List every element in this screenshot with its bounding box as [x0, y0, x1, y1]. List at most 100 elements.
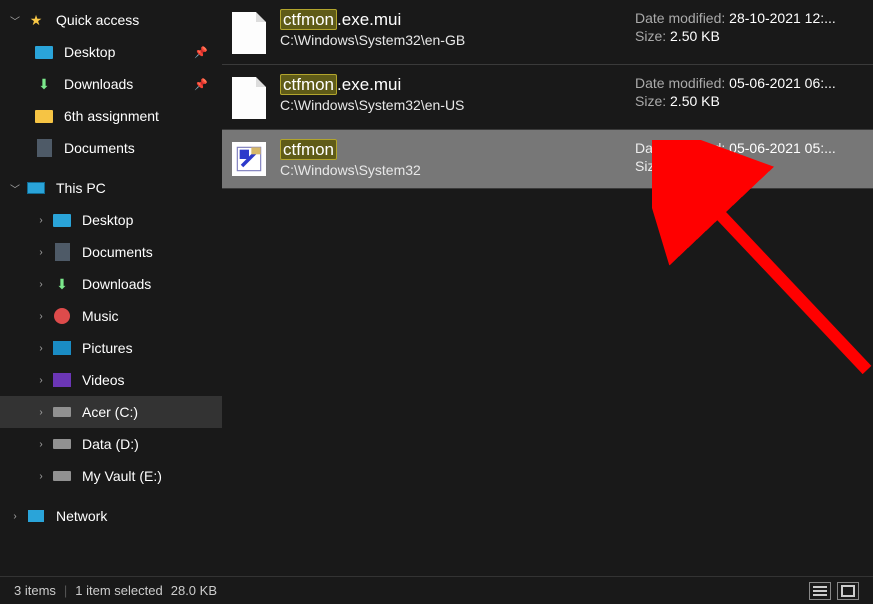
file-icon	[232, 77, 266, 119]
sidebar-item-folder[interactable]: 6th assignment	[0, 100, 222, 132]
size-label: Size:	[635, 28, 666, 44]
date-modified-value: 05-06-2021 05:...	[729, 140, 836, 156]
folder-icon	[34, 106, 54, 126]
date-modified-label: Date modified:	[635, 75, 725, 91]
music-icon	[52, 306, 72, 326]
this-pc-node[interactable]: ﹀ This PC	[0, 172, 222, 204]
search-highlight: ctfmon	[280, 9, 337, 30]
chevron-right-icon: ›	[34, 373, 48, 387]
result-filename: ctfmon.exe.mui	[280, 10, 621, 30]
download-icon: ⬇	[52, 274, 72, 294]
sidebar-item-label: Videos	[82, 372, 125, 388]
this-pc-label: This PC	[56, 180, 106, 196]
pictures-icon	[52, 338, 72, 358]
sidebar-item-drive-e[interactable]: › My Vault (E:)	[0, 460, 222, 492]
drive-icon	[52, 402, 72, 422]
result-path: C:\Windows\System32	[280, 162, 621, 178]
view-large-button[interactable]	[837, 582, 859, 600]
sidebar-item-label: Documents	[64, 140, 135, 156]
sidebar-item-documents[interactable]: Documents	[0, 132, 222, 164]
result-filename: ctfmon	[280, 140, 621, 160]
sidebar-item-downloads[interactable]: › ⬇ Downloads	[0, 268, 222, 300]
chevron-right-icon: ›	[34, 309, 48, 323]
result-metadata: Date modified: 05-06-2021 06:... Size: 2.…	[635, 75, 855, 119]
download-icon: ⬇	[34, 74, 54, 94]
sidebar-item-label: Downloads	[64, 76, 133, 92]
sidebar-item-pictures[interactable]: › Pictures	[0, 332, 222, 364]
sidebar-item-drive-c[interactable]: › Acer (C:)	[0, 396, 222, 428]
pc-icon	[26, 178, 46, 198]
sidebar-item-label: My Vault (E:)	[82, 468, 162, 484]
sidebar-item-label: Data (D:)	[82, 436, 139, 452]
chevron-down-icon: ﹀	[8, 13, 22, 27]
result-filename-suffix: .exe.mui	[337, 10, 401, 29]
chevron-right-icon: ›	[34, 277, 48, 291]
chevron-right-icon: ›	[34, 405, 48, 419]
search-highlight: ctfmon	[280, 74, 337, 95]
drive-icon	[52, 466, 72, 486]
result-text-block: ctfmon.exe.mui C:\Windows\System32\en-US	[280, 75, 621, 119]
sidebar-item-label: Acer (C:)	[82, 404, 138, 420]
status-item-count: 3 items	[14, 583, 56, 598]
sidebar-item-music[interactable]: › Music	[0, 300, 222, 332]
result-metadata: Date modified: 28-10-2021 12:... Size: 2.…	[635, 10, 855, 54]
chevron-right-icon: ›	[34, 437, 48, 451]
pin-icon: 📌	[194, 78, 208, 91]
result-path: C:\Windows\System32\en-US	[280, 97, 621, 113]
sidebar-item-drive-d[interactable]: › Data (D:)	[0, 428, 222, 460]
result-text-block: ctfmon C:\Windows\System32	[280, 140, 621, 178]
sidebar-item-label: Documents	[82, 244, 153, 260]
desktop-icon	[34, 42, 54, 62]
result-filename-suffix: .exe.mui	[337, 75, 401, 94]
result-metadata: Date modified: 05-06-2021 05:... Size: 28…	[635, 140, 855, 178]
search-result-row[interactable]: ctfmon C:\Windows\System32 Date modified: …	[222, 130, 873, 189]
view-details-button[interactable]	[809, 582, 831, 600]
drive-icon	[52, 434, 72, 454]
date-modified-label: Date modified:	[635, 140, 725, 156]
size-label: Size:	[635, 93, 666, 109]
quick-access-label: Quick access	[56, 12, 139, 28]
pin-icon: 📌	[194, 46, 208, 59]
chevron-down-icon: ﹀	[8, 181, 22, 195]
videos-icon	[52, 370, 72, 390]
main-area: ﹀ ★ Quick access Desktop 📌 ⬇ Downloads 📌…	[0, 0, 873, 576]
size-value: 2.50 KB	[670, 93, 720, 109]
date-modified-value: 28-10-2021 12:...	[729, 10, 836, 26]
sidebar-item-desktop[interactable]: Desktop 📌	[0, 36, 222, 68]
chevron-right-icon: ›	[34, 469, 48, 483]
sidebar-item-label: Desktop	[82, 212, 133, 228]
search-result-row[interactable]: ctfmon.exe.mui C:\Windows\System32\en-GB D…	[222, 0, 873, 65]
size-value: 2.50 KB	[670, 28, 720, 44]
sidebar-item-downloads[interactable]: ⬇ Downloads 📌	[0, 68, 222, 100]
documents-icon	[34, 138, 54, 158]
file-icon	[232, 12, 266, 54]
sidebar-item-videos[interactable]: › Videos	[0, 364, 222, 396]
sidebar-item-label: Pictures	[82, 340, 133, 356]
result-path: C:\Windows\System32\en-GB	[280, 32, 621, 48]
sidebar-item-label: 6th assignment	[64, 108, 159, 124]
sidebar-item-label: Desktop	[64, 44, 115, 60]
documents-icon	[52, 242, 72, 262]
search-results-pane: ctfmon.exe.muiC:\Windows\System32\en-GBD…	[222, 0, 873, 576]
size-label: Size:	[635, 158, 666, 174]
quick-access-node[interactable]: ﹀ ★ Quick access	[0, 4, 222, 36]
search-highlight: ctfmon	[280, 139, 337, 160]
network-icon	[26, 506, 46, 526]
sidebar-item-label: Downloads	[82, 276, 151, 292]
desktop-icon	[52, 210, 72, 230]
search-result-row[interactable]: ctfmon.exe.mui C:\Windows\System32\en-US D…	[222, 65, 873, 130]
date-modified-label: Date modified:	[635, 10, 725, 26]
status-selected-size: 28.0 KB	[171, 583, 217, 598]
navigation-pane: ﹀ ★ Quick access Desktop 📌 ⬇ Downloads 📌…	[0, 0, 222, 576]
network-label: Network	[56, 508, 107, 524]
date-modified-value: 05-06-2021 06:...	[729, 75, 836, 91]
size-value: 28.0 KB	[670, 158, 720, 174]
status-bar: 3 items | 1 item selected 28.0 KB	[0, 576, 873, 604]
sidebar-item-desktop[interactable]: › Desktop	[0, 204, 222, 236]
star-icon: ★	[26, 10, 46, 30]
network-node[interactable]: › Network	[0, 500, 222, 532]
exe-file-icon	[232, 142, 266, 176]
chevron-right-icon: ›	[8, 509, 22, 523]
sidebar-item-documents[interactable]: › Documents	[0, 236, 222, 268]
chevron-right-icon: ›	[34, 213, 48, 227]
